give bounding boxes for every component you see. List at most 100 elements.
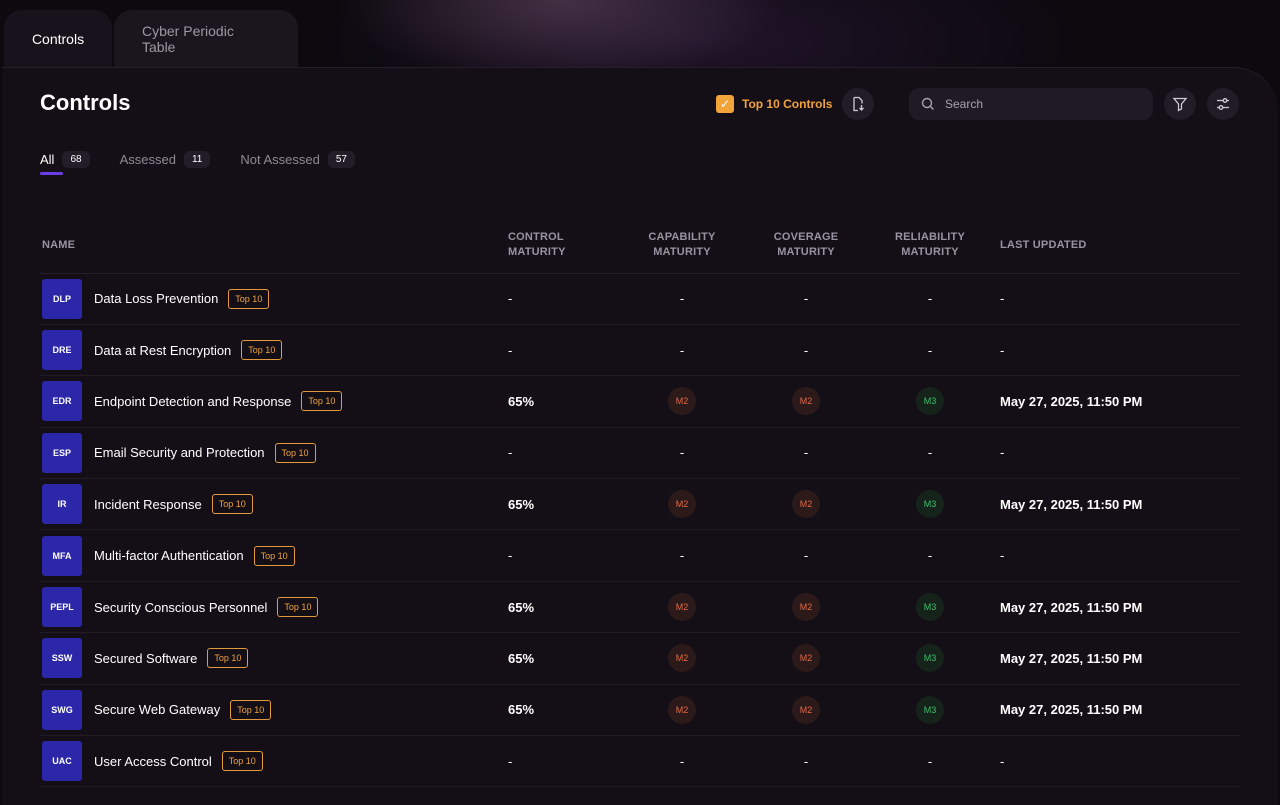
- control-abbr-tile: UAC: [42, 741, 82, 782]
- cell-last-updated: -: [992, 735, 1240, 788]
- last-updated-value: -: [1000, 342, 1005, 358]
- table-row[interactable]: EDR Endpoint Detection and Response Top …: [40, 375, 1240, 428]
- cell-reliability-maturity: M3: [868, 581, 992, 634]
- control-name-link[interactable]: Secured Software: [94, 651, 197, 666]
- table-row[interactable]: PEPL Security Conscious Personnel Top 10…: [40, 581, 1240, 634]
- control-maturity-value: 65%: [508, 650, 535, 666]
- column-header-control-maturity[interactable]: CONTROL MATURITY: [508, 218, 620, 274]
- table-row[interactable]: DLP Data Loss Prevention Top 10 - - - - …: [40, 273, 1240, 325]
- table-row[interactable]: ESP Email Security and Protection Top 10…: [40, 427, 1240, 480]
- table-row[interactable]: SWG Secure Web Gateway Top 10 65% M2 M2 …: [40, 684, 1240, 737]
- table-header-row: NAME CONTROL MATURITY CAPABILITY MATURIT…: [40, 218, 1240, 274]
- tab-label: Cyber Periodic Table: [142, 23, 234, 55]
- control-name-cell: MFA Multi-factor Authentication Top 10: [42, 535, 508, 576]
- control-maturity-value: 65%: [508, 599, 535, 615]
- control-maturity-value: -: [508, 342, 513, 358]
- maturity-pill: M3: [916, 387, 944, 416]
- empty-value: -: [803, 445, 809, 461]
- control-abbr-tile: IR: [42, 484, 82, 525]
- cell-name: IR Incident Response Top 10: [40, 478, 508, 531]
- control-name-link[interactable]: Data Loss Prevention: [94, 291, 218, 306]
- cell-reliability-maturity: -: [868, 273, 992, 325]
- control-abbr-tile: EDR: [42, 381, 82, 422]
- cell-capability-maturity: M2: [620, 581, 744, 634]
- column-header-capability-maturity[interactable]: CAPABILITY MATURITY: [620, 218, 744, 274]
- table-row[interactable]: SSW Secured Software Top 10 65% M2 M2 M3…: [40, 632, 1240, 685]
- filter-tab-assessed[interactable]: Assessed 11: [120, 148, 211, 170]
- filter-tab-label: Not Assessed: [240, 151, 320, 167]
- top10-badge: Top 10: [274, 442, 316, 463]
- controls-panel: Controls ✓ Top 10 Controls Search All 68…: [2, 67, 1278, 805]
- cell-reliability-maturity: -: [868, 735, 992, 788]
- cell-reliability-maturity: M3: [868, 375, 992, 428]
- cell-last-updated: May 27, 2025, 11:50 PM: [992, 632, 1240, 685]
- column-header-reliability-maturity[interactable]: RELIABILITY MATURITY: [868, 218, 992, 274]
- cell-reliability-maturity: -: [868, 427, 992, 480]
- control-name-link[interactable]: Secure Web Gateway: [94, 702, 220, 717]
- empty-value: -: [927, 291, 933, 307]
- tab-controls[interactable]: Controls: [4, 10, 112, 68]
- settings-button[interactable]: [1207, 88, 1239, 120]
- cell-coverage-maturity: M2: [744, 684, 868, 737]
- column-header-name[interactable]: NAME: [40, 218, 508, 274]
- cell-control-maturity: 65%: [508, 581, 620, 634]
- export-button[interactable]: [842, 88, 874, 120]
- controls-table: NAME CONTROL MATURITY CAPABILITY MATURIT…: [40, 218, 1240, 788]
- control-name-link[interactable]: Multi-factor Authentication: [94, 548, 244, 563]
- table-row[interactable]: UAC User Access Control Top 10 - - - - -: [40, 735, 1240, 788]
- cell-coverage-maturity: M2: [744, 632, 868, 685]
- control-maturity-value: -: [508, 548, 513, 564]
- cell-control-maturity: -: [508, 324, 620, 377]
- table-row[interactable]: IR Incident Response Top 10 65% M2 M2 M3…: [40, 478, 1240, 531]
- cell-name: UAC User Access Control Top 10: [40, 735, 508, 788]
- cell-capability-maturity: M2: [620, 478, 744, 531]
- control-abbr-tile: DRE: [42, 330, 82, 371]
- cell-coverage-maturity: -: [744, 273, 868, 325]
- top10-badge: Top 10: [221, 751, 263, 772]
- search-input[interactable]: [945, 97, 1145, 111]
- control-name-link[interactable]: Data at Rest Encryption: [94, 343, 231, 358]
- control-name-link[interactable]: User Access Control: [94, 754, 212, 769]
- maturity-pill: M3: [916, 644, 944, 673]
- top10-toggle-label: Top 10 Controls: [742, 97, 833, 111]
- control-name-link[interactable]: Endpoint Detection and Response: [94, 394, 291, 409]
- table-row[interactable]: DRE Data at Rest Encryption Top 10 - - -…: [40, 324, 1240, 377]
- maturity-pill: M2: [668, 593, 696, 622]
- cell-name: SSW Secured Software Top 10: [40, 632, 508, 685]
- maturity-pill: M2: [668, 695, 696, 724]
- filter-tab-not-assessed[interactable]: Not Assessed 57: [240, 148, 355, 170]
- control-name-link[interactable]: Security Conscious Personnel: [94, 600, 267, 615]
- filter-button[interactable]: [1164, 88, 1196, 120]
- filter-tab-all[interactable]: All 68: [40, 148, 90, 175]
- empty-value: -: [803, 753, 809, 769]
- control-name-link[interactable]: Incident Response: [94, 497, 202, 512]
- cell-control-maturity: 65%: [508, 375, 620, 428]
- search-box[interactable]: [909, 88, 1153, 120]
- last-updated-value: -: [1000, 291, 1005, 307]
- page: Controls Cyber Periodic Table Controls ✓…: [0, 0, 1280, 805]
- control-abbr-tile: SWG: [42, 689, 82, 730]
- control-maturity-value: -: [508, 753, 513, 769]
- last-updated-value: May 27, 2025, 11:50 PM: [1000, 599, 1143, 615]
- control-name-cell: ESP Email Security and Protection Top 10: [42, 432, 508, 473]
- last-updated-value: May 27, 2025, 11:50 PM: [1000, 702, 1143, 718]
- cell-reliability-maturity: M3: [868, 478, 992, 531]
- sliders-icon: [1217, 98, 1229, 110]
- maturity-pill: M2: [792, 695, 820, 724]
- tab-cyber-periodic-table[interactable]: Cyber Periodic Table: [114, 10, 298, 68]
- control-name-link[interactable]: Email Security and Protection: [94, 445, 265, 460]
- last-updated-value: -: [1000, 753, 1005, 769]
- download-file-icon: [853, 96, 864, 112]
- column-header-coverage-maturity[interactable]: COVERAGE MATURITY: [744, 218, 868, 274]
- cell-name: DRE Data at Rest Encryption Top 10: [40, 324, 508, 377]
- top10-controls-toggle[interactable]: ✓ Top 10 Controls: [716, 94, 832, 114]
- checkbox-checked-icon[interactable]: ✓: [716, 95, 734, 113]
- table-row[interactable]: MFA Multi-factor Authentication Top 10 -…: [40, 529, 1240, 582]
- control-maturity-value: 65%: [508, 702, 535, 718]
- maturity-pill: M3: [916, 593, 944, 622]
- control-name-cell: IR Incident Response Top 10: [42, 484, 508, 525]
- cell-last-updated: -: [992, 324, 1240, 377]
- empty-value: -: [679, 548, 685, 564]
- filter-tab-count: 57: [327, 150, 355, 168]
- column-header-last-updated[interactable]: LAST UPDATED: [992, 218, 1240, 274]
